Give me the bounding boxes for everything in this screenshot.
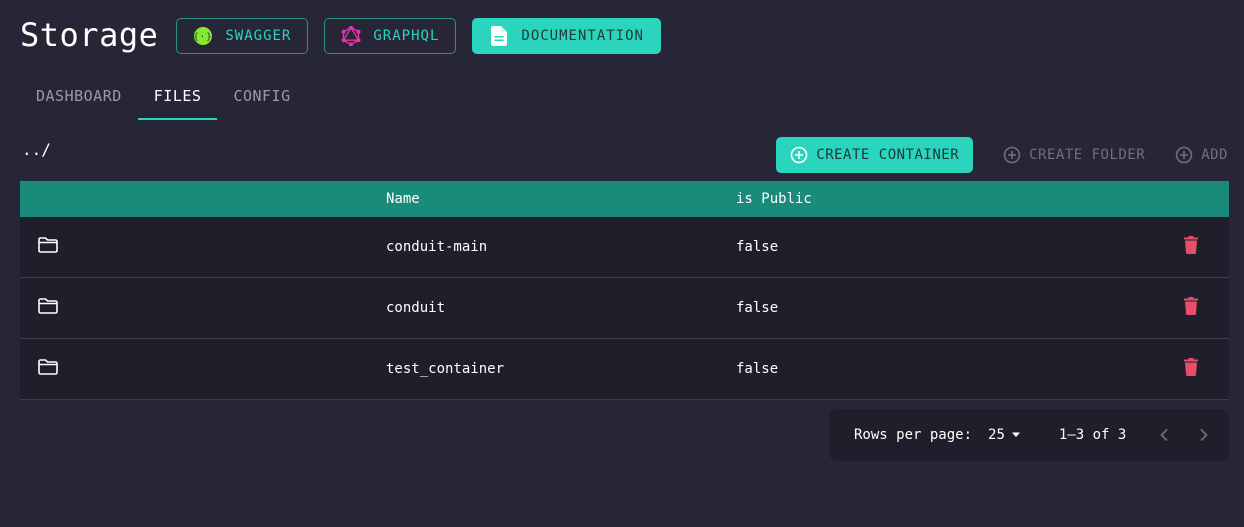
create-container-label: CREATE CONTAINER — [816, 147, 960, 163]
delete-icon[interactable] — [1184, 297, 1198, 319]
tab-dashboard[interactable]: DASHBOARD — [20, 76, 138, 120]
parent-path-link[interactable]: ../ — [22, 140, 51, 159]
caret-down-icon — [1011, 432, 1021, 438]
delete-icon[interactable] — [1184, 358, 1198, 380]
chevron-right-icon[interactable] — [1192, 423, 1216, 447]
add-circle-icon — [1003, 146, 1021, 164]
graphql-label: GRAPHQL — [373, 27, 440, 44]
document-icon — [489, 25, 509, 46]
create-folder-label: CREATE FOLDER — [1029, 147, 1146, 163]
swagger-icon: {·} — [193, 26, 213, 46]
row-name: test_container — [386, 361, 505, 377]
delete-icon[interactable] — [1184, 236, 1198, 258]
row-is-public: false — [736, 300, 779, 316]
row-is-public: false — [736, 239, 779, 255]
folder-icon — [38, 237, 58, 257]
folder-icon — [38, 359, 58, 379]
page-range: 1–3 of 3 — [1058, 427, 1127, 443]
create-container-button[interactable]: CREATE CONTAINER — [776, 137, 974, 173]
rows-per-page-label: Rows per page: — [854, 427, 973, 443]
table-row[interactable]: test_container false — [20, 339, 1229, 400]
documentation-label: DOCUMENTATION — [521, 27, 644, 44]
folder-icon — [38, 298, 58, 318]
row-name: conduit — [386, 300, 446, 316]
action-bar: CREATE CONTAINER CREATE FOLDER ADD — [776, 137, 1228, 173]
add-button[interactable]: ADD — [1161, 137, 1228, 173]
page-title: Storage — [20, 16, 159, 54]
add-circle-icon — [1175, 146, 1193, 164]
rows-per-page-value: 25 — [988, 427, 1005, 443]
table-row[interactable]: conduit false — [20, 278, 1229, 339]
create-folder-button[interactable]: CREATE FOLDER — [989, 137, 1145, 173]
tab-files[interactable]: FILES — [137, 76, 218, 120]
documentation-button[interactable]: DOCUMENTATION — [472, 17, 661, 54]
swagger-button[interactable]: {·} SWAGGER — [176, 17, 309, 54]
page-header: Storage {·} SWAGGER GRAPHQL DOCUMENTATIO… — [20, 17, 677, 54]
tab-config[interactable]: CONFIG — [217, 76, 306, 120]
graphql-button[interactable]: GRAPHQL — [324, 17, 457, 54]
table-header: Name is Public — [20, 181, 1229, 217]
table-row[interactable]: conduit-main false — [20, 217, 1229, 278]
row-is-public: false — [736, 361, 779, 377]
graphql-icon — [341, 25, 361, 46]
swagger-label: SWAGGER — [225, 27, 292, 44]
column-header-is-public[interactable]: is Public — [736, 191, 1156, 207]
row-name: conduit-main — [386, 239, 488, 255]
add-label: ADD — [1201, 147, 1228, 163]
rows-per-page-select[interactable]: 25 — [988, 427, 1021, 443]
tab-bar: DASHBOARD FILES CONFIG — [20, 76, 307, 120]
svg-text:{·}: {·} — [194, 32, 213, 42]
column-header-name[interactable]: Name — [386, 191, 736, 207]
containers-table: Name is Public conduit-main false condui… — [20, 181, 1229, 400]
chevron-left-icon[interactable] — [1152, 423, 1176, 447]
pagination: Rows per page: 25 1–3 of 3 — [829, 409, 1229, 461]
add-circle-icon — [790, 146, 808, 164]
